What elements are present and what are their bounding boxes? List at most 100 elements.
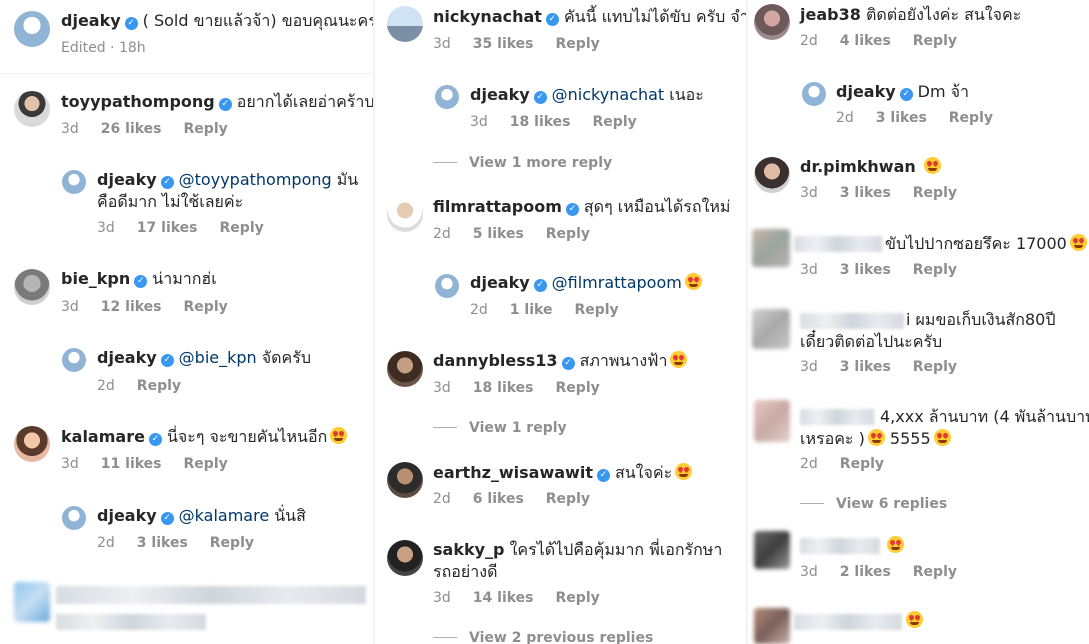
likes-count[interactable]: 6 likes [473,491,524,507]
username-kalamare[interactable]: kalamare [61,427,145,446]
avatar-djeaky[interactable] [14,11,50,47]
likes-count[interactable]: 11 likes [101,456,162,472]
likes-count[interactable]: 4 likes [840,33,891,49]
comment-time: 3d [800,262,818,278]
avatar-djeaky[interactable] [802,82,826,106]
username-djeaky[interactable]: djeaky [836,82,896,101]
likes-count[interactable]: 2 likes [840,564,891,580]
reply-button[interactable]: Reply [220,220,264,236]
likes-count[interactable]: 3 likes [840,262,891,278]
reply-line: djeaky ✓ Dm จ้า [836,81,969,103]
username-djeaky[interactable]: djeaky [470,273,530,292]
reply-button[interactable]: Reply [556,590,600,606]
likes-count[interactable]: 3 likes [840,185,891,201]
reply-button[interactable]: Reply [913,185,957,201]
comment-time: 3d [433,380,451,396]
username-dr-pimkhwan[interactable]: dr.pimkhwan [800,157,916,176]
avatar-kalamare[interactable] [14,426,50,462]
caption-line: djeaky ✓ ( Sold ขายแล้วจ้า) ขอบคุณนะคราฟ [61,10,373,32]
avatar-djeaky[interactable] [62,348,86,372]
username-sakky-p[interactable]: sakky_p [433,540,504,559]
mention-link[interactable]: @toyypathompong [179,170,332,189]
likes-count[interactable]: 18 likes [473,380,534,396]
reply-button[interactable]: Reply [184,456,228,472]
avatar-jeab38[interactable] [754,4,790,40]
mention-link[interactable]: @nickynachat [552,85,665,104]
reply-button[interactable]: Reply [840,456,884,472]
likes-count[interactable]: 3 likes [840,359,891,375]
username-djeaky[interactable]: djeaky [97,348,157,367]
comment-meta: 2d 4 likes Reply [800,32,979,50]
reply-button[interactable]: Reply [137,378,181,394]
username-djeaky[interactable]: djeaky [470,85,530,104]
blurred-avatar [14,582,50,622]
likes-count[interactable]: 14 likes [473,590,534,606]
avatar-djeaky[interactable] [435,274,459,298]
username-dannybless13[interactable]: dannybless13 [433,351,558,370]
likes-count[interactable]: 26 likes [101,121,162,137]
reply-button[interactable]: Reply [184,299,228,315]
reply-button[interactable]: Reply [913,564,957,580]
likes-count[interactable]: 12 likes [101,299,162,315]
likes-count[interactable]: 1 like [510,302,553,318]
username-djeaky[interactable]: djeaky [61,11,121,30]
view-more-label: View 6 replies [836,496,948,512]
reply-button[interactable]: Reply [556,380,600,396]
username-earthz-wisawawit[interactable]: earthz_wisawawit [433,463,593,482]
avatar-dr-pimkhwan[interactable] [754,157,790,193]
view-previous-replies-button[interactable]: View 2 previous replies [433,629,653,644]
avatar-filmrattapoom[interactable] [387,196,423,232]
comment-text: สนใจค่ะ [614,463,673,482]
avatar-dannybless13[interactable] [387,351,423,387]
reply-button[interactable]: Reply [574,302,618,318]
reply-button[interactable]: Reply [593,114,637,130]
likes-count[interactable]: 18 likes [510,114,571,130]
view-replies-button[interactable]: View 6 replies [800,495,947,513]
username-djeaky[interactable]: djeaky [97,170,157,189]
username-bie-kpn[interactable]: bie_kpn [61,269,130,288]
reply-button[interactable]: Reply [913,262,957,278]
reply-button[interactable]: Reply [949,110,993,126]
username-toyypathompong[interactable]: toyypathompong [61,92,215,111]
astonished-emoji-icon [867,429,885,446]
reply-button[interactable]: Reply [546,226,590,242]
avatar-djeaky[interactable] [435,85,459,109]
reply-button[interactable]: Reply [184,121,228,137]
username-djeaky[interactable]: djeaky [97,506,157,525]
avatar-nickynachat[interactable] [387,6,423,42]
caption-meta: Edited · 18h [61,40,146,56]
mention-link[interactable]: @filmrattapoom [552,273,682,292]
avatar-djeaky[interactable] [62,506,86,530]
reply-button[interactable]: Reply [913,359,957,375]
view-replies-button[interactable]: View 1 reply [433,419,567,437]
blurred-avatar [752,309,790,349]
comment-line: ขับไปปากซอยรึคะ 17000 [885,233,1087,255]
view-more-replies-button[interactable]: View 1 more reply [433,154,612,172]
avatar-bie-kpn[interactable] [14,269,50,305]
likes-count[interactable]: 3 likes [876,110,927,126]
comment-meta: 2d Reply [800,455,906,473]
reply-button[interactable]: Reply [546,491,590,507]
avatar-earthz-wisawawit[interactable] [387,462,423,498]
username-nickynachat[interactable]: nickynachat [433,7,542,26]
likes-count[interactable]: 35 likes [473,36,534,52]
likes-count[interactable]: 5 likes [473,226,524,242]
reply-button[interactable]: Reply [210,535,254,551]
likes-count[interactable]: 3 likes [137,535,188,551]
reply-button[interactable]: Reply [913,33,957,49]
comment-line [903,610,923,632]
avatar-toyypathompong[interactable] [14,91,50,127]
comment-line [884,535,904,557]
username-filmrattapoom[interactable]: filmrattapoom [433,197,562,216]
comment-text: อยากได้เลยอ่าคร้าบบ [236,92,373,111]
verified-badge-icon: ✓ [533,279,547,292]
avatar-sakky-p[interactable] [387,540,423,576]
username-jeab38[interactable]: jeab38 [800,5,861,24]
blurred-avatar [754,531,790,569]
mention-link[interactable]: @kalamare [179,506,270,525]
avatar-djeaky[interactable] [62,170,86,194]
reply-button[interactable]: Reply [556,36,600,52]
comment-meta: 3d 12 likes Reply [61,298,250,316]
mention-link[interactable]: @bie_kpn [179,348,257,367]
likes-count[interactable]: 17 likes [137,220,198,236]
